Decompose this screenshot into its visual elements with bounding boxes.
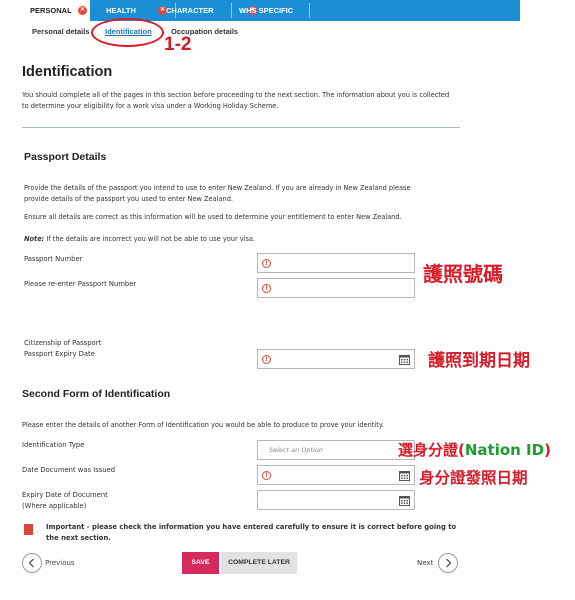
page-title: Identification: [22, 64, 113, 80]
annotation-id-type-suffix: ): [544, 441, 551, 459]
expiry-doc-label: Expiry Date of Document: [22, 491, 108, 499]
passport-number-input[interactable]: !: [257, 253, 415, 273]
id-type-select[interactable]: Select an Option: [257, 440, 415, 460]
citizenship-label: Citizenship of Passport: [24, 339, 102, 347]
warning-icon: !: [262, 259, 271, 268]
passport-reenter-input[interactable]: !: [257, 278, 415, 298]
previous-button[interactable]: [22, 553, 42, 573]
passport-description: Provide the details of the passport you …: [24, 184, 411, 203]
id-type-placeholder: Select an Option: [269, 446, 323, 454]
tab-personal[interactable]: PERSONAL ✕: [20, 0, 90, 21]
passport-number-label: Passport Number: [24, 255, 83, 263]
next-button[interactable]: [438, 553, 458, 573]
annotation-id-type-highlight: Nation ID: [464, 441, 545, 459]
divider: [22, 127, 460, 128]
tab-label: PERSONAL: [30, 6, 72, 15]
intro-text: You should complete all of the pages in …: [22, 91, 450, 110]
important-notice: Important - please check the information…: [46, 523, 457, 542]
annotation-passport-expiry: 護照到期日期: [428, 351, 530, 371]
tab-divider: [309, 3, 310, 18]
flag-icon: [24, 524, 33, 535]
annotation-date-issued: 身分證發照日期: [419, 469, 528, 487]
note-text: If the details are incorrect you will no…: [44, 235, 256, 243]
expiry-doc-input[interactable]: [257, 490, 415, 510]
tab-label: WHS SPECIFIC: [239, 6, 294, 15]
date-issued-label: Date Document was Issued: [22, 466, 116, 474]
annotation-circle: [91, 18, 164, 47]
next-label[interactable]: Next: [417, 559, 433, 567]
warning-icon: !: [262, 284, 271, 293]
save-button[interactable]: SAVE: [182, 552, 219, 574]
chevron-left-icon: [28, 558, 34, 568]
previous-label[interactable]: Previous: [45, 559, 75, 567]
tab-whs-specific[interactable]: WHS SPECIFIC: [230, 0, 310, 21]
second-id-description: Please enter the details of another Form…: [22, 421, 384, 429]
date-issued-input[interactable]: !: [257, 465, 415, 485]
subnav-personal-details[interactable]: Personal details: [32, 27, 90, 36]
second-id-heading: Second Form of Identification: [22, 388, 171, 400]
expiry-doc-sublabel: (Where applicable): [22, 502, 87, 510]
complete-later-button[interactable]: COMPLETE LATER: [221, 552, 297, 574]
warning-icon: !: [262, 355, 271, 364]
tab-label: HEALTH: [106, 6, 136, 15]
passport-heading: Passport Details: [24, 151, 107, 163]
calendar-icon[interactable]: [399, 354, 410, 365]
warning-icon: !: [262, 471, 271, 480]
passport-reenter-label: Please re-enter Passport Number: [24, 280, 137, 288]
annotation-passport-number: 護照號碼: [423, 262, 503, 286]
passport-note: Note: If the details are incorrect you w…: [24, 234, 424, 245]
calendar-icon[interactable]: [399, 470, 410, 481]
id-type-label: Identification Type: [22, 441, 85, 449]
close-icon[interactable]: ✕: [78, 6, 87, 15]
annotation-id-type-prefix: 選身分證(: [398, 441, 465, 459]
passport-expiry-label: Passport Expiry Date: [24, 350, 95, 358]
passport-expiry-input[interactable]: !: [257, 349, 415, 369]
calendar-icon[interactable]: [399, 495, 410, 506]
chevron-right-icon: [446, 558, 452, 568]
tab-bar: PERSONAL ✕ HEALTH ✕ CHARACTER ✕ WHS SPEC…: [20, 0, 520, 21]
tab-label: CHARACTER: [166, 6, 214, 15]
annotation-id-type: 選身分證(Nation ID): [398, 439, 551, 460]
passport-accuracy-text: Ensure all details are correct as this i…: [24, 213, 402, 221]
annotation-step: 1-2: [164, 34, 192, 55]
note-label: Note:: [24, 235, 45, 243]
